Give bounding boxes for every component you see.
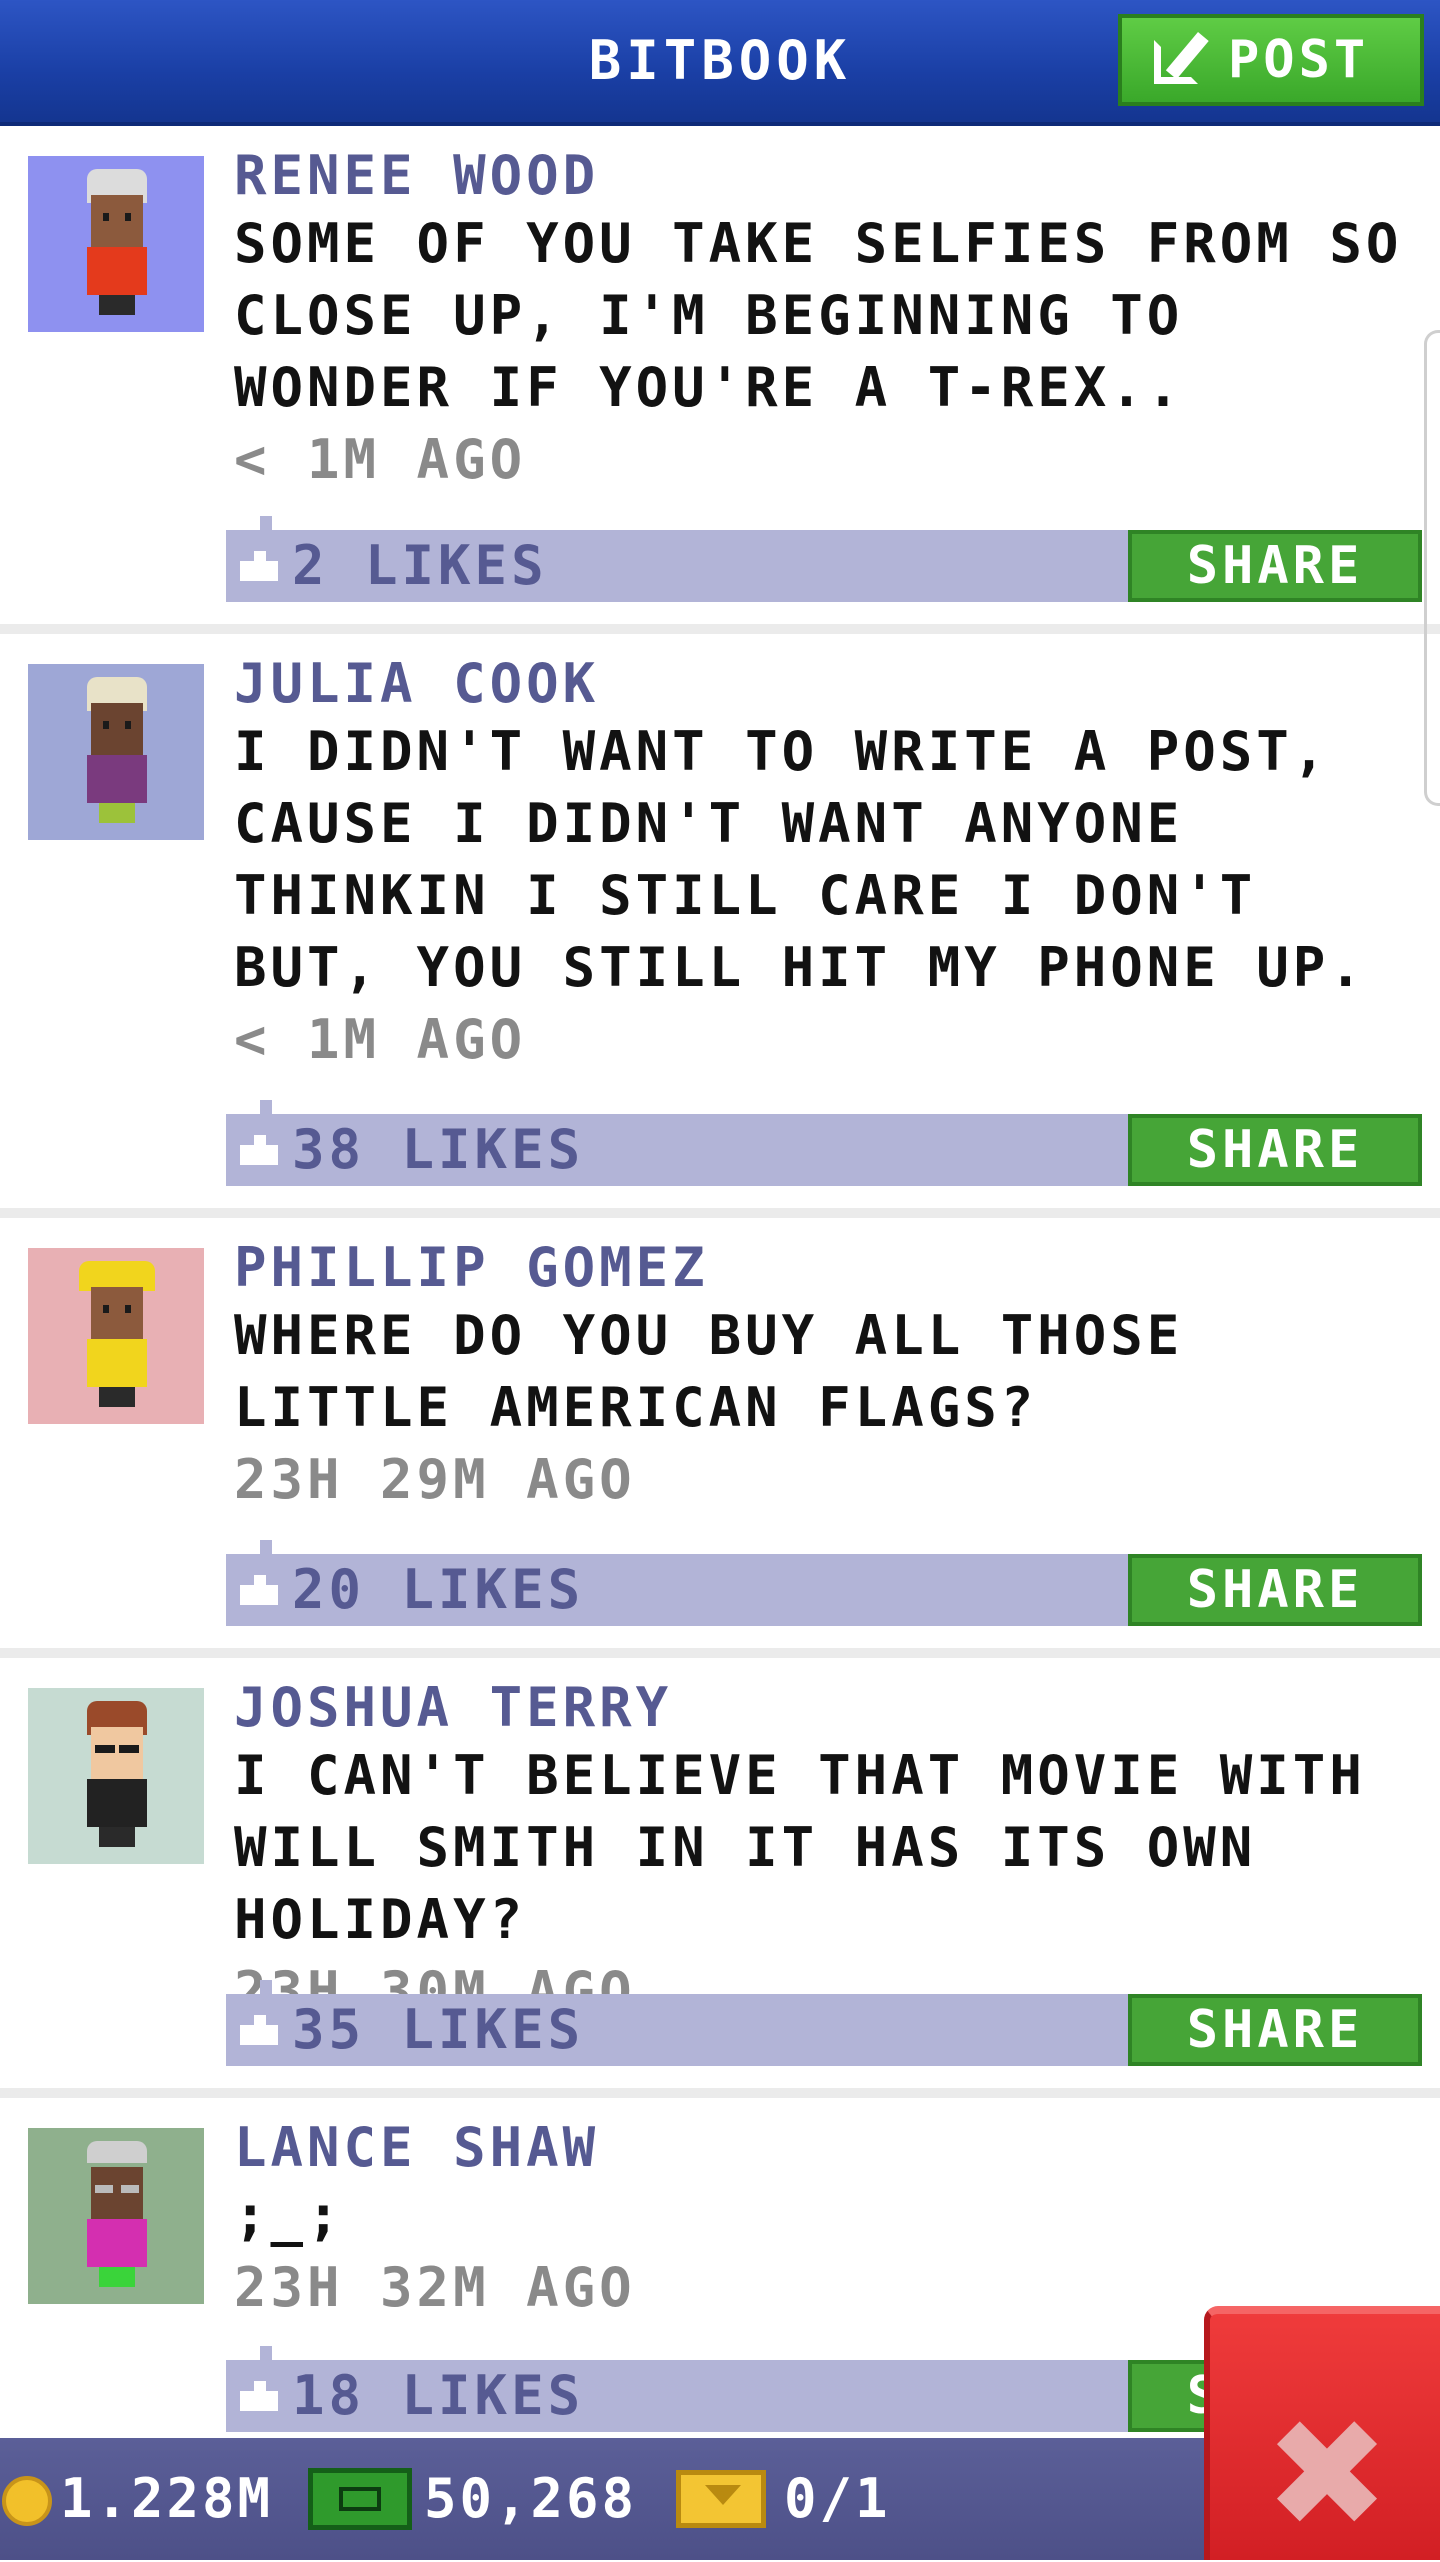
character-icon: [61, 2141, 171, 2291]
character-icon: [61, 1701, 171, 1851]
like-button[interactable]: 18 LIKES: [240, 2360, 584, 2432]
like-bar: 2 LIKES SHARE: [226, 516, 1422, 602]
list-item: PHILLIP GOMEZ WHERE DO YOU BUY ALL THOSE…: [0, 1218, 1440, 1658]
author-name[interactable]: JULIA COOK: [234, 652, 1422, 716]
like-button[interactable]: 35 LIKES: [240, 1994, 584, 2066]
cash-icon: [308, 2468, 412, 2530]
like-icon: [240, 2015, 278, 2045]
share-button[interactable]: SHARE: [1128, 1994, 1422, 2066]
like-button[interactable]: 38 LIKES: [240, 1114, 584, 1186]
author-name[interactable]: RENEE WOOD: [234, 144, 1422, 208]
like-count: 35 LIKES: [292, 1998, 585, 2061]
like-count: 38 LIKES: [292, 1118, 585, 1181]
character-icon: [61, 169, 171, 319]
list-item: RENEE WOOD SOME OF YOU TAKE SELFIES FROM…: [0, 126, 1440, 634]
avatar[interactable]: [28, 156, 204, 332]
coins-value: 1.228M: [60, 2467, 274, 2530]
like-bar: 38 LIKES SHARE: [226, 1100, 1422, 1186]
list-item: JULIA COOK I DIDN'T WANT TO WRITE A POST…: [0, 634, 1440, 1218]
avatar[interactable]: [28, 664, 204, 840]
character-icon: [61, 1261, 171, 1411]
like-icon: [240, 1575, 278, 1605]
like-icon: [240, 1135, 278, 1165]
cash-value: 50,268: [424, 2467, 638, 2530]
scroll-indicator[interactable]: [1424, 330, 1440, 806]
top-bar: BITBOOK POST: [0, 0, 1440, 126]
close-button[interactable]: ✖: [1204, 2306, 1440, 2560]
tickets-value: 0/1: [784, 2467, 891, 2530]
feed-list: RENEE WOOD SOME OF YOU TAKE SELFIES FROM…: [0, 126, 1440, 2518]
post-message: I DIDN'T WANT TO WRITE A POST, CAUSE I D…: [234, 720, 1366, 999]
list-item: JOSHUA TERRY I CAN'T BELIEVE THAT MOVIE …: [0, 1658, 1440, 2098]
avatar[interactable]: [28, 2128, 204, 2304]
post-message: I CAN'T BELIEVE THAT MOVIE WITH WILL SMI…: [234, 1744, 1366, 1951]
like-bar: 35 LIKES SHARE: [226, 1980, 1422, 2066]
author-name[interactable]: LANCE SHAW: [234, 2116, 1422, 2180]
like-count: 20 LIKES: [292, 1558, 585, 1621]
ticket-icon: [676, 2470, 766, 2528]
post-time: < 1M AGO: [234, 428, 527, 491]
like-icon: [240, 551, 278, 581]
coin-icon: [2, 2476, 52, 2526]
compose-icon: [1154, 32, 1210, 88]
like-icon: [240, 2381, 278, 2411]
like-bar: 20 LIKES SHARE: [226, 1540, 1422, 1626]
share-button[interactable]: SHARE: [1128, 530, 1422, 602]
like-button[interactable]: 20 LIKES: [240, 1554, 584, 1626]
share-button[interactable]: SHARE: [1128, 1554, 1422, 1626]
like-count: 18 LIKES: [292, 2364, 585, 2427]
character-icon: [61, 677, 171, 827]
like-button[interactable]: 2 LIKES: [240, 530, 548, 602]
post-time: 23H 29M AGO: [234, 1448, 636, 1511]
avatar[interactable]: [28, 1248, 204, 1424]
close-icon: ✖: [1264, 2388, 1390, 2562]
author-name[interactable]: JOSHUA TERRY: [234, 1676, 1422, 1740]
author-name[interactable]: PHILLIP GOMEZ: [234, 1236, 1422, 1300]
post-message: SOME OF YOU TAKE SELFIES FROM SO CLOSE U…: [234, 212, 1403, 419]
post-button[interactable]: POST: [1118, 14, 1424, 106]
avatar[interactable]: [28, 1688, 204, 1864]
post-message: WHERE DO YOU BUY ALL THOSE LITTLE AMERIC…: [234, 1304, 1184, 1439]
post-message: ;_;: [234, 2184, 344, 2247]
like-count: 2 LIKES: [292, 534, 548, 597]
post-time: < 1M AGO: [234, 1008, 527, 1071]
share-button[interactable]: SHARE: [1128, 1114, 1422, 1186]
post-button-label: POST: [1228, 30, 1370, 90]
